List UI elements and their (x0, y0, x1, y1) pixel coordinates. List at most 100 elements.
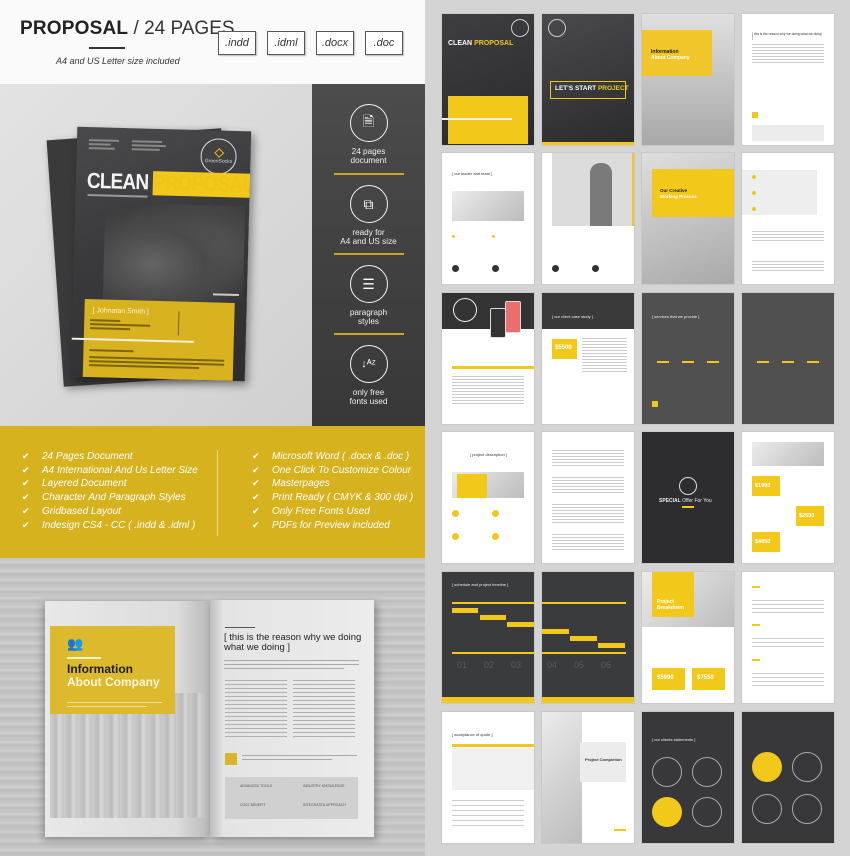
list-item: ✔ Layered Document (22, 478, 127, 490)
text-line (67, 706, 147, 707)
service-rule (707, 361, 719, 363)
check-icon: ✔ (22, 451, 30, 461)
yellow-panel (448, 96, 528, 144)
benefits-box (752, 125, 824, 141)
page-thumb-special-offer: SPECIAL Offer For You (642, 432, 734, 563)
page-thumb-process-steps (742, 153, 834, 284)
page-thumb-cover: CLEAN PROPOSAL (442, 14, 534, 145)
gantt-bar (542, 629, 569, 634)
page-heading: Our Creative (660, 188, 688, 193)
text-line (67, 702, 162, 703)
stage-icon (492, 533, 499, 540)
product-subtitle: A4 and US Letter size included (56, 56, 180, 66)
completion-photo (542, 712, 582, 843)
page-title: LET'S START PROJECT (555, 85, 629, 92)
yellow-panel (457, 474, 487, 498)
cost-rows (752, 600, 824, 614)
service-rule (682, 361, 694, 363)
stage-icon (452, 533, 459, 540)
check-icon: ✔ (252, 478, 260, 489)
text-line (90, 319, 121, 322)
phone-mockup (490, 308, 506, 338)
page-thumb-breakdown: Project Breakdown $5990 $7550 (642, 572, 734, 703)
text-block (552, 450, 624, 466)
spread-right-page: [ this is the reason why we doing what w… (210, 600, 374, 837)
price-value: $5990 (657, 675, 674, 681)
header-banner: PROPOSAL / 24 PAGES A4 and US Letter siz… (0, 0, 425, 84)
list-item: ✔ Only Free Fonts Used (252, 505, 370, 517)
text-block (552, 477, 624, 493)
feature-pages: 🗎 24 pages document (312, 104, 425, 165)
page-title: CLEAN PROPOSAL (448, 40, 514, 47)
step-number: 02 (484, 660, 495, 670)
list-item: ✔ Indesign CS4 - CC ( .indd & .idml ) (22, 519, 196, 531)
open-brochure-mockup: 👥 Information About Company [ this is th… (0, 558, 425, 856)
gantt-bar (570, 636, 597, 641)
check-icon: ✔ (252, 464, 260, 475)
testimonial-circle-highlight (652, 797, 682, 827)
page-heading: [ our client case study ] (552, 314, 593, 319)
feature-label: A4 and US size (340, 237, 397, 246)
service-rule (657, 361, 669, 363)
page-thumb-testimonials-2 (742, 712, 834, 843)
feature-checklist: ✔ 24 Pages Document ✔ A4 International And… (0, 426, 425, 558)
accent-bar (632, 153, 634, 226)
benefit-label: COST BENEFIT (240, 803, 266, 807)
page-heading: [ project description ] (470, 452, 507, 457)
text-block (552, 534, 624, 550)
sort-az-icon: ↓ᴬᶻ (349, 345, 388, 383)
feature-label: only free (352, 388, 385, 397)
page-preview-grid: CLEAN PROPOSAL LET'S START PROJECT Infor… (425, 0, 850, 856)
list-item: ✔ Print Ready ( CMYK & 300 dpi ) (252, 492, 414, 504)
text-line (224, 664, 359, 666)
cost-rows (752, 673, 824, 687)
page-thumb-acceptance: [ acceptance of quote ] (442, 712, 534, 843)
checklist-divider (217, 450, 218, 536)
page-thumb-leader (542, 153, 634, 284)
step-dot (752, 207, 756, 211)
feature-label: 24 pages (351, 147, 386, 156)
check-icon: ✔ (252, 519, 260, 530)
step-dot (752, 175, 756, 179)
list-item: ✔ Microsoft Word ( .docx & .doc ) (252, 451, 410, 462)
timeline-bar (542, 602, 626, 604)
dark-header (542, 293, 634, 329)
resize-icon: ⧉ (349, 185, 388, 223)
price-value: $2590 (799, 513, 815, 519)
check-icon: ✔ (22, 492, 30, 503)
cover-accent-line (70, 337, 194, 343)
format-badge-doc: .doc (365, 31, 403, 55)
price-value: $5500 (555, 345, 572, 351)
cover-front-sheet: GreenSocks CLEAN PROPOSAL [ Johnatan Smi… (70, 126, 252, 382)
team-icon: 👥 (67, 636, 84, 651)
section-rule (752, 659, 760, 661)
text-block (752, 231, 824, 243)
badge-circle (453, 298, 477, 322)
section-rule (752, 624, 760, 626)
avatar (592, 265, 599, 272)
service-rule (782, 361, 794, 363)
text-block (452, 800, 524, 830)
highlight-bar (452, 366, 534, 369)
page-heading: Breakdown (657, 605, 684, 611)
page-heading: [ services that we provide ] (652, 314, 700, 319)
step-number: 04 (547, 660, 558, 670)
step-dot (752, 191, 756, 195)
testimonial-circle (752, 794, 782, 824)
page-heading: [ acceptance of quote ] (452, 732, 493, 737)
feature-size: ⧉ ready for A4 and US size (312, 185, 425, 246)
page-heading: [ this is the reason why we doing what w… (752, 32, 822, 40)
page-thumb-services-2 (742, 293, 834, 424)
format-badge-docx: .docx (316, 31, 354, 55)
leader-figure (590, 163, 612, 226)
avatar (492, 265, 499, 272)
stage-icon (452, 510, 459, 517)
cost-rows (752, 638, 824, 648)
phone-mockup (505, 301, 521, 333)
footer-bar (442, 697, 534, 703)
quote-icon (652, 401, 658, 407)
feature-label: ready for (352, 228, 385, 237)
step-number: 01 (457, 660, 468, 670)
benefit-label: ADVANCED TOOLS (240, 784, 272, 788)
divider (177, 311, 180, 336)
